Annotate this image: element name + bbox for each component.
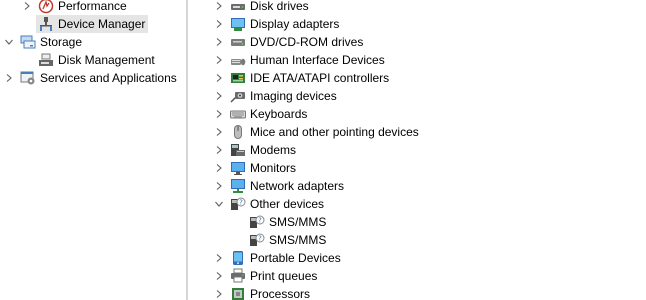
chevron-down-icon[interactable] xyxy=(214,195,224,213)
device-category-processors[interactable]: Processors xyxy=(214,285,310,300)
network-adapter-icon xyxy=(230,178,246,194)
device-manager-icon xyxy=(38,16,54,32)
device-item-sms-mms[interactable]: ? SMS/MMS xyxy=(249,213,326,231)
printer-icon xyxy=(230,268,246,284)
chevron-right-icon[interactable] xyxy=(214,123,224,141)
mouse-icon xyxy=(230,124,246,140)
chevron-right-icon[interactable] xyxy=(214,105,224,123)
unknown-device-icon: ? xyxy=(249,214,265,230)
device-category-label: Monitors xyxy=(250,161,297,175)
device-category-hid[interactable]: Human Interface Devices xyxy=(214,51,385,69)
chevron-right-icon[interactable] xyxy=(214,87,224,105)
tree-item-disk-management[interactable]: Disk Management xyxy=(38,51,155,69)
device-category-label: Processors xyxy=(250,287,311,300)
device-category-dvd-cd-rom[interactable]: DVD/CD-ROM drives xyxy=(214,33,363,51)
svg-text:?: ? xyxy=(258,217,262,225)
tree-item-label: Services and Applications xyxy=(40,71,177,85)
modem-icon xyxy=(230,142,246,158)
ide-controller-icon xyxy=(230,70,246,86)
device-category-disk-drives[interactable]: Disk drives xyxy=(214,0,309,15)
disk-management-icon xyxy=(38,52,54,68)
device-category-network-adapters[interactable]: Network adapters xyxy=(214,177,344,195)
device-category-label: Print queues xyxy=(250,269,318,283)
device-category-display-adapters[interactable]: Display adapters xyxy=(214,15,339,33)
tree-item-storage[interactable]: Storage xyxy=(4,33,82,51)
monitor-icon xyxy=(230,160,246,176)
device-category-label: Human Interface Devices xyxy=(250,53,385,67)
chevron-right-icon[interactable] xyxy=(214,141,224,159)
tree-item-label: Performance xyxy=(58,0,127,13)
svg-text:?: ? xyxy=(239,199,243,207)
chevron-right-icon[interactable] xyxy=(214,267,224,285)
device-category-label: Keyboards xyxy=(250,107,308,121)
chevron-right-icon[interactable] xyxy=(214,159,224,177)
tree-item-label: Storage xyxy=(40,35,83,49)
pane-divider[interactable] xyxy=(186,0,188,300)
device-category-label: Modems xyxy=(250,143,297,157)
chevron-right-icon[interactable] xyxy=(214,177,224,195)
performance-icon xyxy=(38,0,54,14)
portable-device-icon xyxy=(230,250,246,266)
console-tree: Performance Device Manager Storage Disk … xyxy=(0,0,180,300)
svg-text:?: ? xyxy=(258,235,262,243)
device-category-label: Display adapters xyxy=(250,17,340,31)
device-tree: Disk drives Display adapters DVD/CD-ROM … xyxy=(192,0,646,300)
disk-drive-icon xyxy=(230,0,246,14)
chevron-down-icon[interactable] xyxy=(4,33,14,51)
dvd-drive-icon xyxy=(230,34,246,50)
device-category-label: Imaging devices xyxy=(250,89,337,103)
tree-item-services-applications[interactable]: Services and Applications xyxy=(4,69,177,87)
device-category-keyboards[interactable]: Keyboards xyxy=(214,105,307,123)
processor-icon xyxy=(230,286,246,300)
chevron-right-icon[interactable] xyxy=(214,0,224,15)
device-category-label: Other devices xyxy=(250,197,325,211)
device-item-label: SMS/MMS xyxy=(269,233,327,247)
hid-icon xyxy=(230,52,246,68)
unknown-device-icon: ? xyxy=(230,196,246,212)
device-category-label: Network adapters xyxy=(250,179,345,193)
device-item-label: SMS/MMS xyxy=(269,215,327,229)
device-category-portable-devices[interactable]: Portable Devices xyxy=(214,249,341,267)
chevron-right-icon[interactable] xyxy=(4,69,14,87)
device-category-ide-controllers[interactable]: IDE ATA/ATAPI controllers xyxy=(214,69,389,87)
device-category-label: DVD/CD-ROM drives xyxy=(250,35,364,49)
device-category-label: Disk drives xyxy=(250,0,309,13)
keyboard-icon xyxy=(230,106,246,122)
tree-item-device-manager[interactable]: Device Manager xyxy=(36,15,149,33)
display-adapter-icon xyxy=(230,16,246,32)
chevron-right-icon[interactable] xyxy=(214,51,224,69)
tree-item-label: Disk Management xyxy=(58,53,155,67)
services-icon xyxy=(20,70,36,86)
device-category-monitors[interactable]: Monitors xyxy=(214,159,296,177)
camera-icon xyxy=(230,88,246,104)
chevron-right-icon[interactable] xyxy=(214,15,224,33)
device-category-label: IDE ATA/ATAPI controllers xyxy=(250,71,390,85)
device-category-modems[interactable]: Modems xyxy=(214,141,296,159)
chevron-right-icon[interactable] xyxy=(214,33,224,51)
tree-item-performance[interactable]: Performance xyxy=(22,0,127,15)
chevron-right-icon[interactable] xyxy=(214,69,224,87)
chevron-right-icon[interactable] xyxy=(22,0,32,15)
unknown-device-icon: ? xyxy=(249,232,265,248)
storage-icon xyxy=(20,34,36,50)
device-category-imaging[interactable]: Imaging devices xyxy=(214,87,337,105)
device-category-label: Portable Devices xyxy=(250,251,341,265)
chevron-right-icon[interactable] xyxy=(214,249,224,267)
chevron-right-icon[interactable] xyxy=(214,285,224,300)
tree-item-label: Device Manager xyxy=(58,17,146,31)
device-category-other-devices[interactable]: ? Other devices xyxy=(214,195,324,213)
device-item-sms-mms[interactable]: ? SMS/MMS xyxy=(249,231,326,249)
device-category-label: Mice and other pointing devices xyxy=(250,125,419,139)
device-category-mice[interactable]: Mice and other pointing devices xyxy=(214,123,419,141)
device-category-print-queues[interactable]: Print queues xyxy=(214,267,317,285)
